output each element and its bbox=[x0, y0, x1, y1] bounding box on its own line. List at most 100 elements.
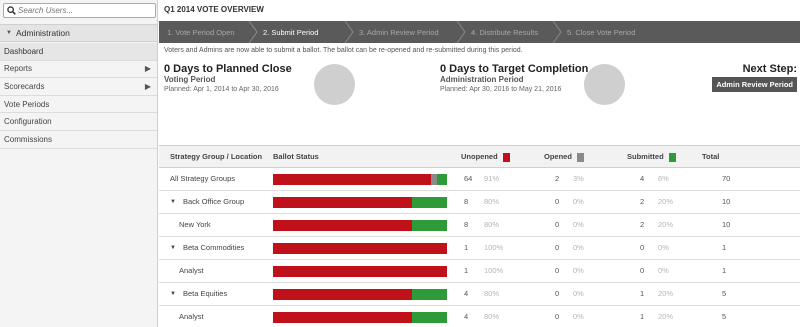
next-step-panel: Next Step: Admin Review Period bbox=[712, 63, 797, 92]
opened-count: 0 bbox=[555, 289, 560, 298]
unopened-percent: 80% bbox=[484, 312, 500, 321]
submitted-count: 0 bbox=[640, 266, 645, 275]
header-group[interactable]: Strategy Group / Location bbox=[170, 146, 262, 168]
submitted-percent: 20% bbox=[658, 197, 674, 206]
admin-review-period-button[interactable]: Admin Review Period bbox=[712, 77, 797, 92]
total-count: 10 bbox=[722, 197, 731, 206]
header-opened-label: Opened bbox=[544, 152, 572, 161]
sidebar-item-label: Reports bbox=[4, 64, 33, 74]
unopened-count: 8 bbox=[464, 220, 469, 229]
opened-count: 2 bbox=[555, 174, 560, 183]
search-box[interactable] bbox=[3, 3, 156, 18]
step-label: 4. Distribute Results bbox=[471, 27, 539, 37]
expand-toggle-icon[interactable]: ▼ bbox=[170, 237, 176, 259]
admin-planned-dates: Planned: Apr 30, 2016 to May 21, 2016 bbox=[440, 86, 562, 93]
unopened-segment bbox=[273, 266, 447, 277]
step-label: 1. Vote Period Open bbox=[167, 27, 235, 37]
total-count: 70 bbox=[722, 174, 731, 183]
unopened-percent: 91% bbox=[484, 174, 500, 183]
unopened-percent: 100% bbox=[484, 266, 504, 275]
sidebar-item-label: Commissions bbox=[4, 134, 53, 144]
sidebar-item-dashboard[interactable]: Dashboard bbox=[0, 43, 157, 61]
unopened-count: 64 bbox=[464, 174, 473, 183]
unopened-legend-swatch bbox=[502, 152, 510, 162]
unopened-count: 4 bbox=[464, 289, 469, 298]
header-unopened[interactable]: Unopened bbox=[461, 146, 510, 168]
unopened-segment bbox=[273, 243, 447, 254]
submitted-percent: 6% bbox=[658, 174, 669, 183]
step-1[interactable]: 1. Vote Period Open bbox=[159, 21, 258, 43]
step-5[interactable]: 5. Close Vote Period bbox=[559, 21, 659, 43]
sidebar-nav: Dashboard Reports ▶ Scorecards ▶ Vote Periods… bbox=[0, 43, 157, 149]
submitted-segment bbox=[412, 220, 447, 231]
submitted-count: 2 bbox=[640, 220, 645, 229]
ballot-status-bar bbox=[273, 289, 447, 300]
opened-percent: 0% bbox=[573, 220, 584, 229]
unopened-segment bbox=[273, 197, 413, 208]
unopened-count: 4 bbox=[464, 312, 469, 321]
table-row[interactable]: ▼ Beta Commodities 1 100% 0 0% 0 0% 1 bbox=[159, 237, 800, 260]
unopened-percent: 80% bbox=[484, 197, 500, 206]
opened-percent: 0% bbox=[573, 266, 584, 275]
unopened-segment bbox=[273, 289, 413, 300]
page-title: Q1 2014 VOTE OVERVIEW bbox=[164, 5, 264, 14]
sidebar-item-vote-periods[interactable]: Vote Periods bbox=[0, 96, 157, 114]
submitted-count: 4 bbox=[640, 174, 645, 183]
step-2[interactable]: 2. Submit Period bbox=[255, 21, 354, 43]
opened-legend-swatch bbox=[576, 152, 584, 162]
administration-section-header[interactable]: ▼ Administration bbox=[0, 24, 157, 42]
header-submitted-label: Submitted bbox=[627, 152, 664, 161]
search-input[interactable] bbox=[18, 6, 148, 15]
sidebar-item-label: Scorecards bbox=[4, 81, 45, 91]
submitted-count: 1 bbox=[640, 289, 645, 298]
ballot-status-bar bbox=[273, 220, 447, 231]
ballot-status-bar bbox=[273, 266, 447, 277]
unopened-segment bbox=[273, 220, 413, 231]
main-content: Q1 2014 VOTE OVERVIEW 1. Vote Period Ope… bbox=[159, 0, 800, 327]
submitted-count: 2 bbox=[640, 197, 645, 206]
step-label: 5. Close Vote Period bbox=[567, 27, 636, 37]
sidebar-item-label: Configuration bbox=[4, 117, 52, 127]
admin-days-headline: 0 Days to Target Completion bbox=[440, 63, 589, 75]
opened-percent: 3% bbox=[573, 174, 584, 183]
ballot-status-bar bbox=[273, 197, 447, 208]
sidebar-item-configuration[interactable]: Configuration bbox=[0, 113, 157, 131]
sidebar-item-commissions[interactable]: Commissions bbox=[0, 131, 157, 149]
table-header: Strategy Group / Location Ballot Status … bbox=[159, 146, 800, 168]
expand-toggle-icon[interactable]: ▼ bbox=[170, 191, 176, 213]
voting-days-headline: 0 Days to Planned Close bbox=[164, 63, 292, 75]
opened-percent: 0% bbox=[573, 312, 584, 321]
admin-period-card: 0 Days to Target Completion Administrati… bbox=[440, 63, 588, 95]
search-icon bbox=[4, 6, 18, 15]
header-total[interactable]: Total bbox=[702, 146, 719, 168]
step-3[interactable]: 3. Admin Review Period bbox=[351, 21, 466, 43]
sidebar-item-reports[interactable]: Reports ▶ bbox=[0, 61, 157, 79]
header-opened[interactable]: Opened bbox=[544, 146, 584, 168]
total-count: 5 bbox=[722, 289, 727, 298]
voting-period-card: 0 Days to Planned Close Voting Period Pl… bbox=[164, 63, 292, 95]
table-row: Analyst 4 80% 0 0% 1 20% 5 bbox=[159, 306, 800, 327]
submitted-count: 0 bbox=[640, 243, 645, 252]
header-ballot-status[interactable]: Ballot Status bbox=[273, 146, 319, 168]
step-4[interactable]: 4. Distribute Results bbox=[463, 21, 562, 43]
opened-count: 0 bbox=[555, 243, 560, 252]
expand-toggle-icon[interactable]: ▼ bbox=[170, 283, 176, 305]
table-row[interactable]: ▼ Beta Equities 4 80% 0 0% 1 20% 5 bbox=[159, 283, 800, 306]
group-name: All Strategy Groups bbox=[170, 174, 236, 183]
unopened-count: 1 bbox=[464, 266, 469, 275]
sidebar-item-label: Dashboard bbox=[4, 46, 44, 56]
table-row[interactable]: ▼ Back Office Group 8 80% 0 0% 2 20% 10 bbox=[159, 191, 800, 214]
sidebar-item-scorecards[interactable]: Scorecards ▶ bbox=[0, 78, 157, 96]
opened-count: 0 bbox=[555, 197, 560, 206]
submitted-legend-swatch bbox=[668, 152, 676, 162]
unopened-segment bbox=[273, 312, 413, 323]
step-label: 3. Admin Review Period bbox=[359, 27, 439, 37]
opened-count: 0 bbox=[555, 266, 560, 275]
ballot-status-bar bbox=[273, 174, 447, 185]
header-submitted[interactable]: Submitted bbox=[627, 146, 676, 168]
table-row: New York 8 80% 0 0% 2 20% 10 bbox=[159, 214, 800, 237]
submitted-percent: 20% bbox=[658, 312, 674, 321]
group-name: Analyst bbox=[179, 266, 204, 275]
total-count: 1 bbox=[722, 266, 727, 275]
opened-count: 0 bbox=[555, 220, 560, 229]
